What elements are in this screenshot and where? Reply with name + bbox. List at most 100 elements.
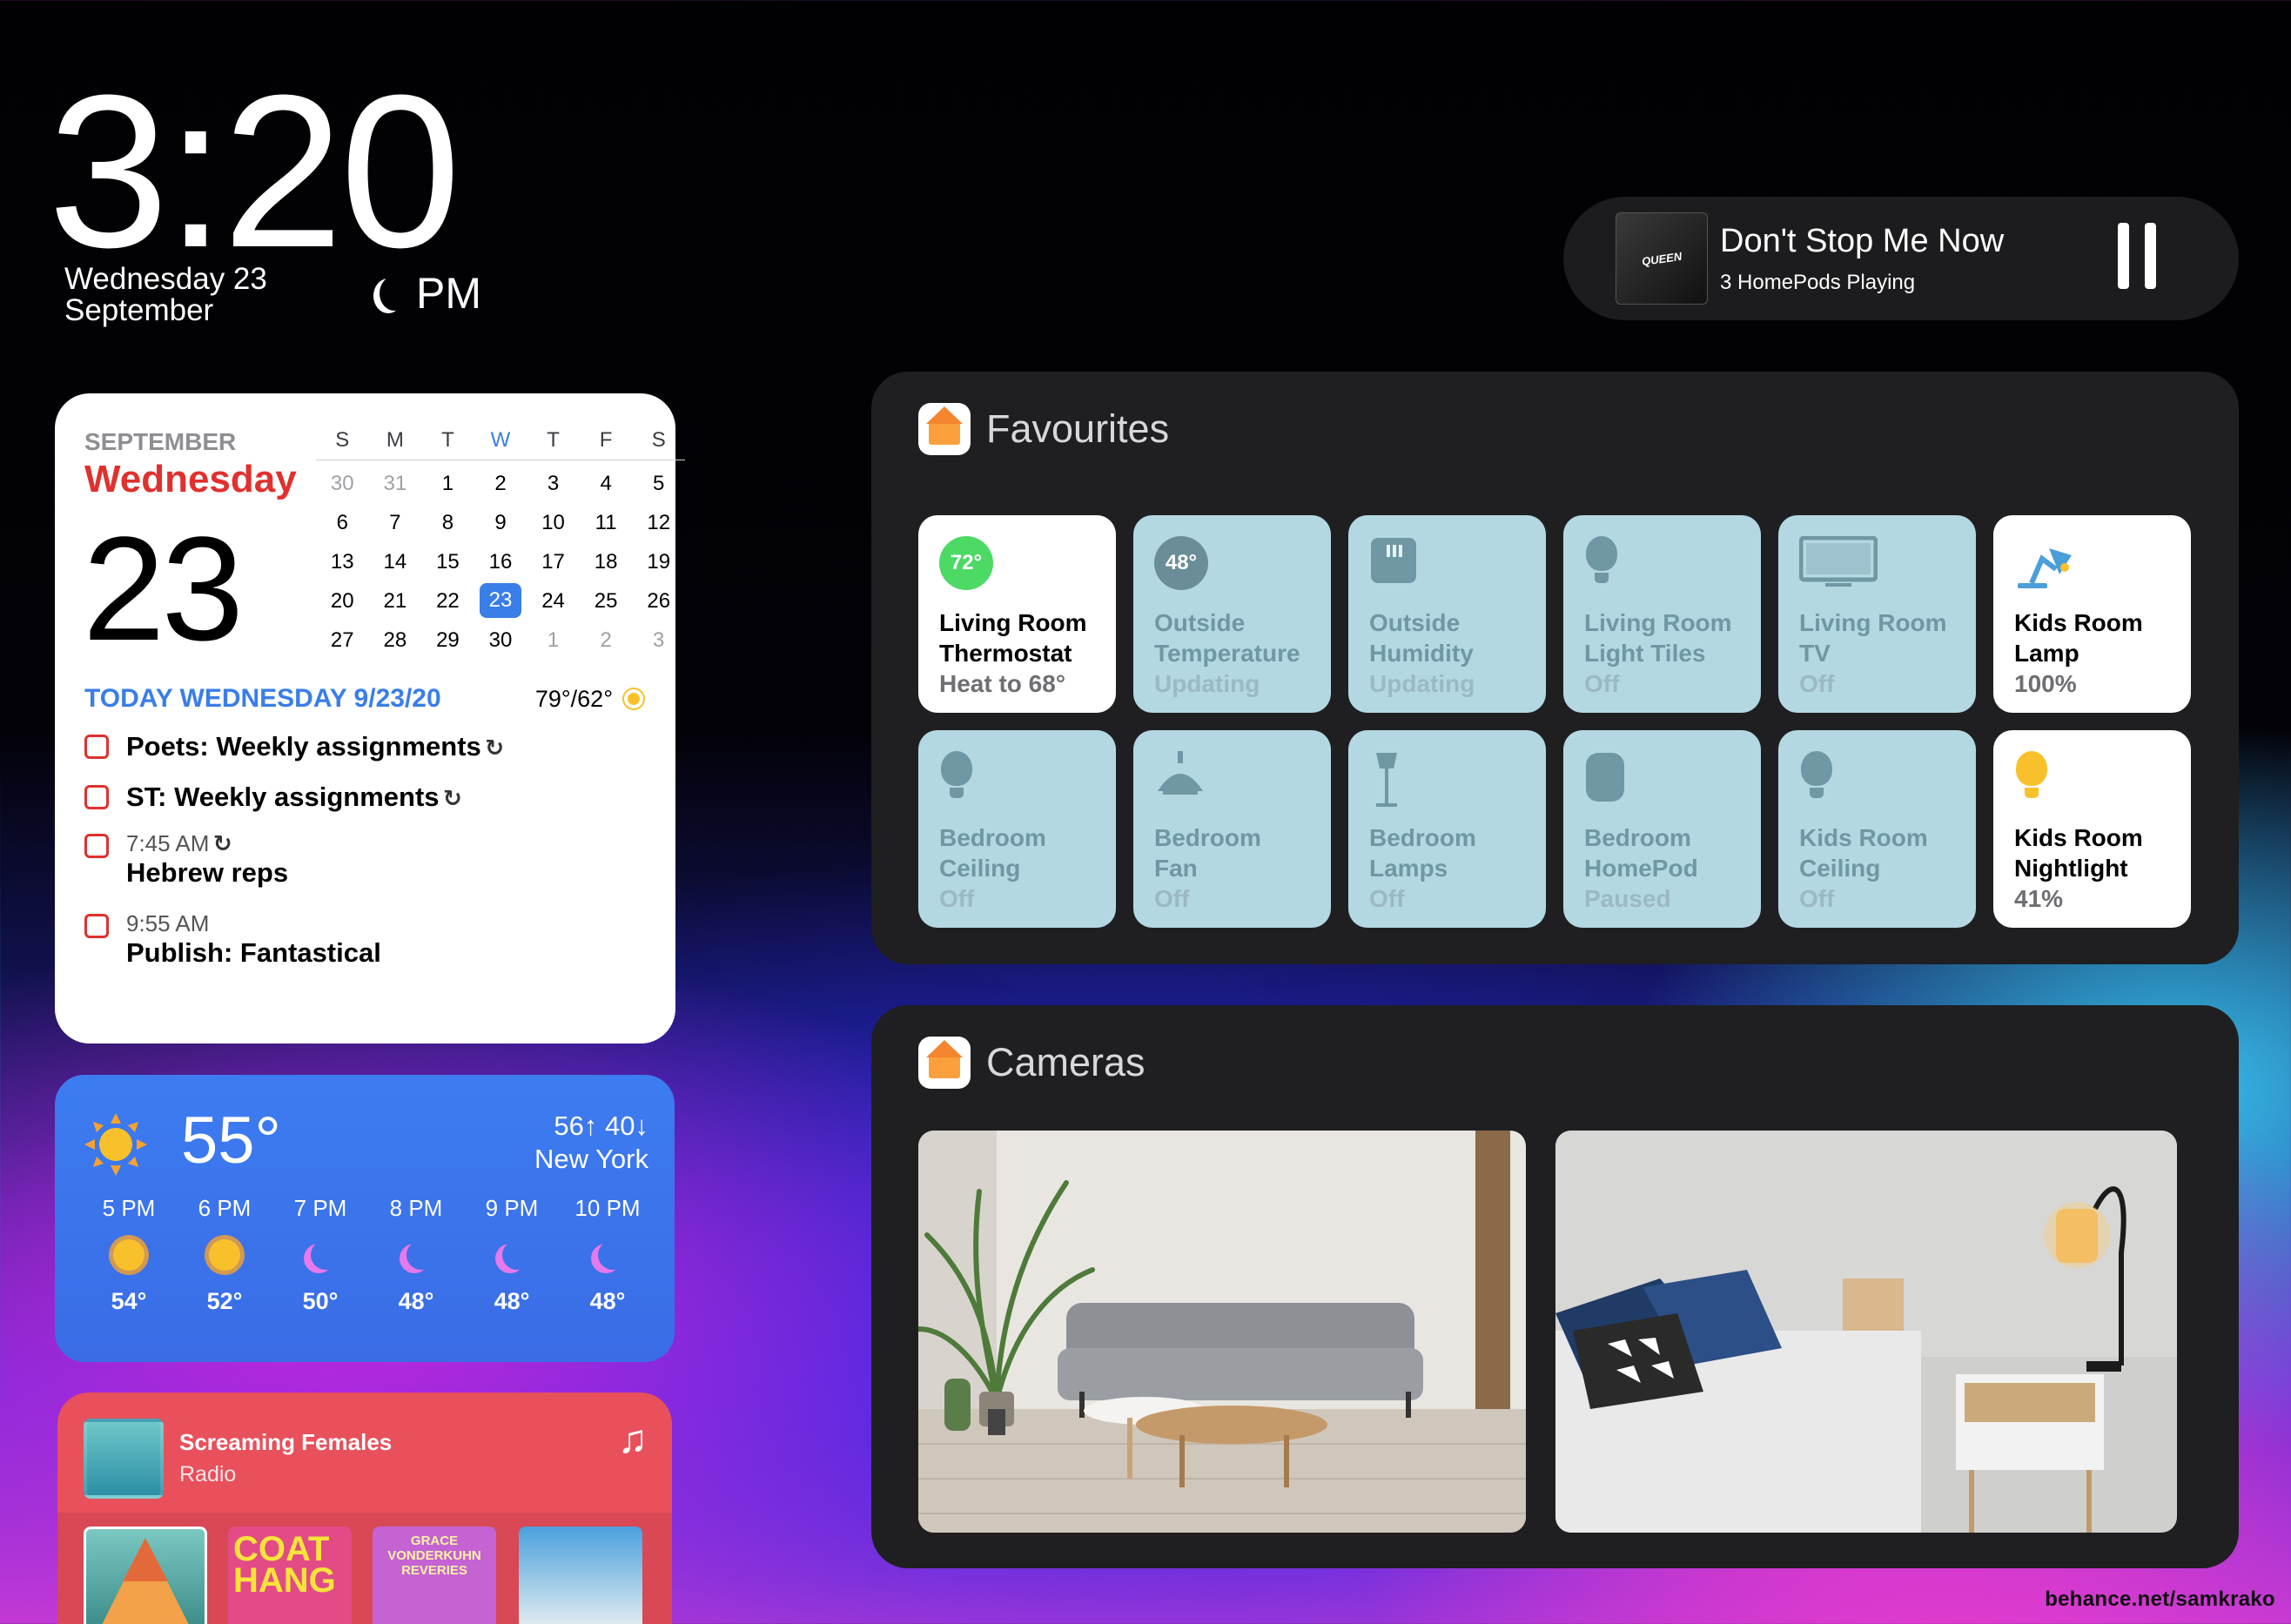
living-room-camera[interactable] xyxy=(918,1131,1526,1533)
accessory-tile[interactable]: 48° Outside Temperature Updating xyxy=(1133,515,1331,713)
album-cover[interactable]: COAT HANG xyxy=(228,1527,352,1624)
accessory-tile[interactable]: Bedroom Fan Off xyxy=(1133,730,1331,928)
sun-icon xyxy=(84,1113,147,1176)
high-low: 56↑ 40↓ New York xyxy=(534,1110,648,1176)
calendar-date[interactable]: 9 xyxy=(474,503,527,542)
calendar-date[interactable]: 1 xyxy=(421,464,474,503)
calendar-date[interactable]: 17 xyxy=(527,542,580,581)
tile-name-line-2: Ceiling xyxy=(1799,855,1881,882)
calendar-date[interactable]: 29 xyxy=(421,621,474,660)
hour-label: 10 PM xyxy=(574,1195,641,1221)
tile-icon xyxy=(1799,751,1834,803)
hour-condition xyxy=(81,1222,177,1288)
checkbox[interactable] xyxy=(84,785,109,809)
accessory-tile[interactable]: Outside Humidity Updating xyxy=(1348,515,1546,713)
tile-name-line-1: Outside xyxy=(1154,609,1246,636)
album-cover[interactable] xyxy=(84,1527,207,1624)
bedroom-camera[interactable] xyxy=(1555,1131,2177,1533)
calendar-date[interactable]: 3 xyxy=(527,464,580,503)
calendar-date[interactable]: 6 xyxy=(316,503,369,542)
accessory-tile[interactable]: Kids Room Ceiling Off xyxy=(1778,730,1976,928)
hour-condition xyxy=(272,1222,368,1288)
event-title: Poets: Weekly assignments xyxy=(126,731,481,762)
sun-icon xyxy=(621,687,646,711)
tile-status: Paused xyxy=(1584,885,1671,912)
calendar-date[interactable]: 30 xyxy=(316,464,369,503)
hour-temp: 48° xyxy=(398,1288,434,1314)
tile-text: Living Room Thermostat Heat to 68° xyxy=(939,607,1087,699)
album-cover[interactable] xyxy=(519,1527,642,1624)
calendar-month: SEPTEMBER xyxy=(84,428,237,455)
calendar-date[interactable]: 31 xyxy=(369,464,422,503)
calendar-date[interactable]: 18 xyxy=(580,542,633,581)
cameras-title: Cameras xyxy=(986,1040,1146,1084)
accessory-tile[interactable]: Living Room Light Tiles Off xyxy=(1563,515,1761,713)
calendar-date[interactable]: 2 xyxy=(474,464,527,503)
station-art xyxy=(84,1419,164,1499)
pause-button[interactable] xyxy=(2118,223,2156,289)
event-item[interactable]: 9:55 AM Publish: Fantastical xyxy=(84,910,381,969)
album-art-text: QUEEN xyxy=(1641,249,1683,268)
calendar-date[interactable]: 2 xyxy=(580,621,633,660)
tile-icon xyxy=(2014,751,2049,803)
forecast-temps: 79°/62° xyxy=(534,685,613,712)
event-item[interactable]: 7:45 AM ↻ Hebrew reps xyxy=(84,830,288,889)
accessory-tile[interactable]: Living Room TV Off xyxy=(1778,515,1976,713)
album-cover[interactable]: GRACE VONDERKUHN REVERIES xyxy=(373,1527,496,1624)
calendar-date[interactable]: 8 xyxy=(421,503,474,542)
weekday-header: T xyxy=(547,428,560,452)
accessory-tile[interactable]: Bedroom Ceiling Off xyxy=(918,730,1116,928)
checkbox[interactable] xyxy=(84,914,109,938)
repeat-icon: ↻ xyxy=(442,785,462,811)
calendar-date[interactable]: 12 xyxy=(632,503,685,542)
calendar-date[interactable]: 4 xyxy=(580,464,633,503)
tile-name-line-1: Bedroom xyxy=(1584,824,1691,851)
calendar-date[interactable]: 10 xyxy=(527,503,580,542)
calendar-date[interactable]: 26 xyxy=(632,581,685,621)
now-playing-widget[interactable]: QUEEN Don't Stop Me Now 3 HomePods Playi… xyxy=(1563,197,2239,320)
tile-status: Off xyxy=(1369,885,1405,912)
checkbox[interactable] xyxy=(84,834,109,858)
date-line-2: September xyxy=(64,293,214,327)
sun-icon xyxy=(209,1239,240,1271)
accessory-tile[interactable]: Kids Room Nightlight 41% xyxy=(1993,730,2191,928)
tile-text: Kids Room Lamp 100% xyxy=(2014,607,2143,699)
calendar-date[interactable]: 15 xyxy=(421,542,474,581)
sun-icon xyxy=(113,1239,144,1271)
calendar-date[interactable]: 21 xyxy=(369,581,422,621)
accessory-tile[interactable]: Kids Room Lamp 100% xyxy=(1993,515,2191,713)
calendar-date[interactable]: 7 xyxy=(369,503,422,542)
weekday-header: T xyxy=(441,428,454,452)
music-widget[interactable]: Screaming Females Radio ♫ COAT HANG GRAC… xyxy=(57,1392,672,1624)
calendar-date[interactable]: 30 xyxy=(474,621,527,660)
calendar-date[interactable]: 16 xyxy=(474,542,527,581)
weather-widget[interactable]: 55° 56↑ 40↓ New York 5 PM 6 PM 7 PM 8 PM 9 P… xyxy=(55,1075,675,1362)
calendar-date[interactable]: 25 xyxy=(580,581,633,621)
checkbox[interactable] xyxy=(84,735,109,759)
thermostat-icon: 72° xyxy=(939,536,993,590)
event-item[interactable]: ST: Weekly assignments ↻ xyxy=(84,782,462,813)
calendar-date[interactable]: 3 xyxy=(632,621,685,660)
calendar-widget[interactable]: SEPTEMBER Wednesday 23 SMTWTFS 30 31 1 2 3 4 5… xyxy=(55,393,685,1044)
calendar-date[interactable]: 5 xyxy=(632,464,685,503)
calendar-date[interactable]: 28 xyxy=(369,621,422,660)
tile-text: Living Room TV Off xyxy=(1799,607,1947,699)
calendar-date[interactable]: 19 xyxy=(632,542,685,581)
accessory-tile[interactable]: 72° Living Room Thermostat Heat to 68° xyxy=(918,515,1116,713)
calendar-date[interactable]: 24 xyxy=(527,581,580,621)
calendar-date[interactable]: 27 xyxy=(316,621,369,660)
calendar-date[interactable]: 14 xyxy=(369,542,422,581)
calendar-date[interactable]: 13 xyxy=(316,542,369,581)
hour-label: 8 PM xyxy=(389,1195,443,1221)
calendar-date[interactable]: 22 xyxy=(421,581,474,621)
accessory-tile[interactable]: Bedroom Lamps Off xyxy=(1348,730,1546,928)
calendar-date[interactable]: 23 xyxy=(479,583,522,618)
event-item[interactable]: Poets: Weekly assignments ↻ xyxy=(84,731,504,762)
credit-text: behance.net/samkrako xyxy=(2045,1587,2275,1611)
accessory-tile[interactable]: Bedroom HomePod Paused xyxy=(1563,730,1761,928)
favourites-header: Favourites xyxy=(918,403,1169,455)
calendar-date[interactable]: 11 xyxy=(580,503,633,542)
moon-icon xyxy=(406,1240,436,1270)
calendar-date[interactable]: 20 xyxy=(316,581,369,621)
calendar-date[interactable]: 1 xyxy=(527,621,580,660)
